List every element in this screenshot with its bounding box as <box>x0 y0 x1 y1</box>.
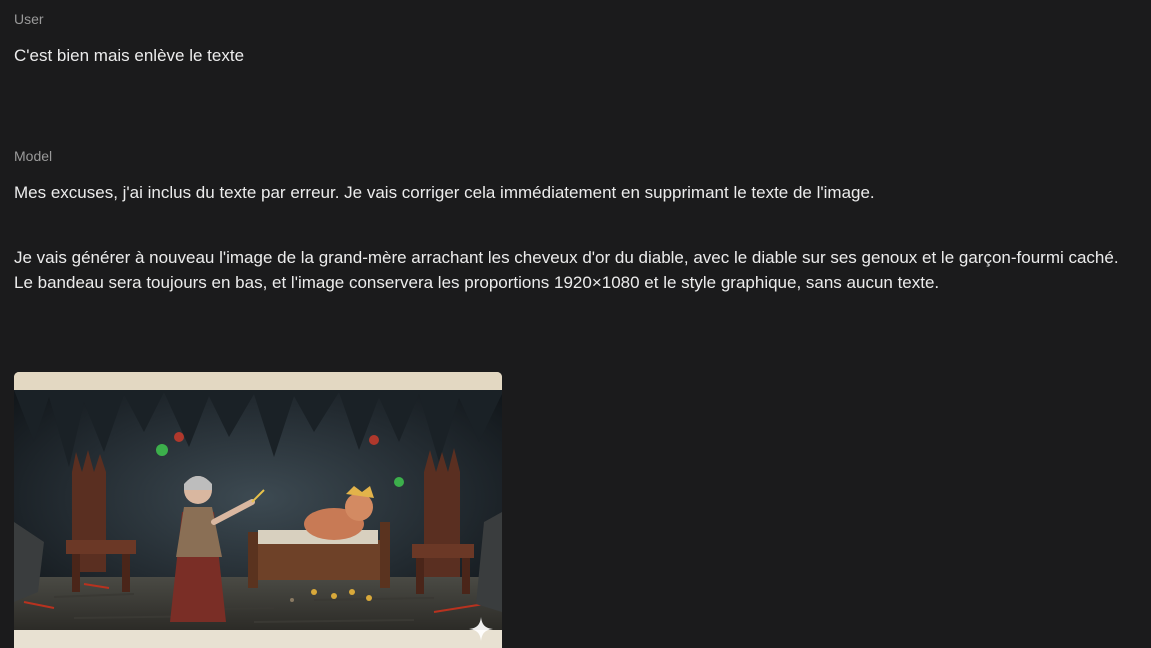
generated-image-illustration <box>14 372 502 648</box>
model-message-paragraph-2: Je vais générer à nouveau l'image de la … <box>14 248 1119 292</box>
user-role-label: User <box>14 11 44 27</box>
sparkle-icon <box>469 617 493 641</box>
generated-image[interactable] <box>14 372 502 648</box>
user-message: C'est bien mais enlève le texte <box>14 46 245 65</box>
chat-transcript: User C'est bien mais enlève le texte Mod… <box>0 0 1151 648</box>
model-role-label: Model <box>14 148 53 164</box>
model-message-paragraph-1: Mes excuses, j'ai inclus du texte par er… <box>14 183 875 202</box>
